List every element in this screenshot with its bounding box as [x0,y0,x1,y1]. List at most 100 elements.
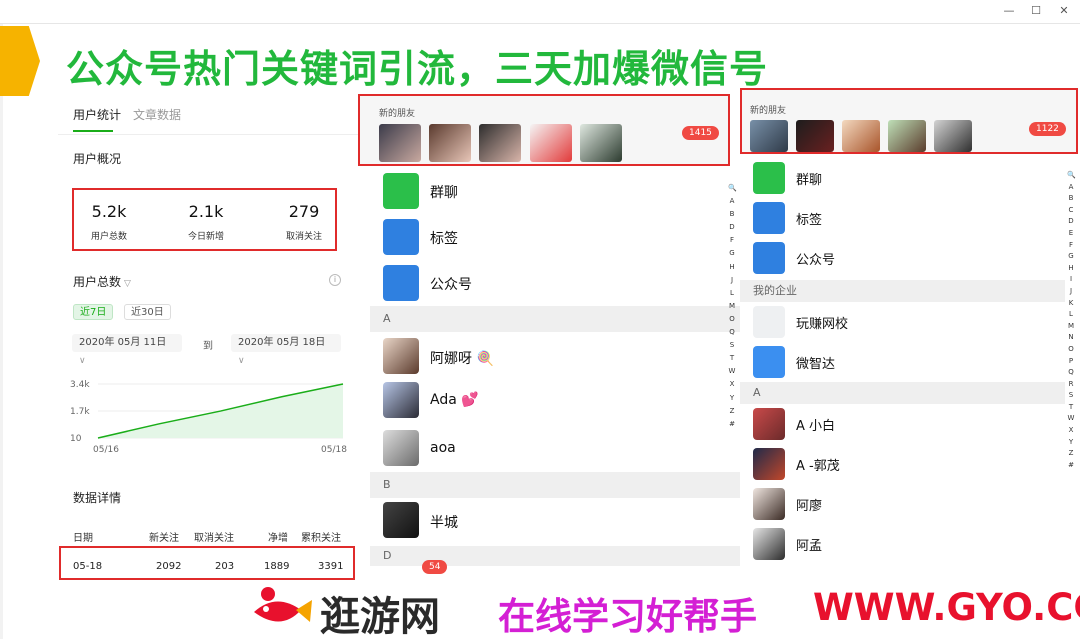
index-letter[interactable]: F [1067,240,1075,252]
tab-article-data[interactable]: 文章数据 [133,106,181,123]
index-letter[interactable]: F [728,234,736,247]
avatar[interactable] [379,124,421,162]
avatar[interactable] [888,120,926,152]
info-icon[interactable]: i [329,274,341,286]
list-item-tags[interactable]: 标签 [740,200,1065,236]
index-letter[interactable]: I [1067,274,1075,286]
index-letter[interactable]: T [1067,402,1075,414]
avatar [753,448,785,480]
index-letter[interactable]: 🔍 [728,182,737,195]
minimize-button[interactable]: — [997,3,1021,19]
new-friends-row[interactable]: 新的朋友 1122 [740,88,1078,154]
new-friends-count-badge: 1122 [1029,122,1066,136]
list-item[interactable]: A -郭茂 [740,446,1065,482]
index-letter[interactable]: H [728,261,736,274]
index-letter[interactable]: H [1067,263,1075,275]
tag-icon [383,219,419,255]
index-letter[interactable]: S [728,339,736,352]
index-letter[interactable]: A [728,195,736,208]
index-letter[interactable]: G [1067,251,1075,263]
index-letter[interactable]: 🔍 [1067,170,1076,182]
total-users-dropdown[interactable]: 用户总数 ▽ [73,273,131,290]
index-letter[interactable]: J [1067,286,1075,298]
index-letter[interactable]: W [1067,413,1075,425]
index-letter[interactable]: D [728,221,736,234]
index-letter[interactable]: B [1067,193,1075,205]
watermark-url: WWW.GYO.CC [813,586,1080,629]
index-letter[interactable]: J [728,274,736,287]
list-item-group-chat[interactable]: 群聊 [740,160,1065,196]
list-item-enterprise[interactable]: 玩赚网校 [740,304,1065,340]
index-letter[interactable]: Q [728,326,736,339]
avatar[interactable] [750,120,788,152]
contact-name: 阿孟 [796,539,823,554]
index-letter[interactable]: Z [1067,448,1075,460]
list-item[interactable]: aoa [370,428,738,468]
range-7-days-button[interactable]: 近7日 [73,304,114,320]
index-letter[interactable]: X [728,378,736,391]
alphabet-index-right[interactable]: 🔍 A B C D E F G H I J K L M N O P Q R S T W X Y Z # [1067,170,1076,472]
index-letter[interactable]: N [1067,332,1075,344]
index-letter[interactable]: W [728,365,736,378]
avatar[interactable] [580,124,622,162]
index-letter[interactable]: R [1067,379,1075,391]
index-letter[interactable]: P [1067,356,1075,368]
index-letter[interactable]: # [728,418,736,431]
list-item-group-chat[interactable]: 群聊 [370,170,738,212]
list-item[interactable]: 阿孟 [740,526,1065,562]
index-letter[interactable]: E [1067,228,1075,240]
list-item-official-accounts[interactable]: 公众号 [370,262,738,304]
date-from-select[interactable]: 2020年 05月 11日 ∨ [72,334,182,366]
index-letter[interactable]: M [1067,321,1075,333]
index-letter[interactable]: L [728,287,736,300]
index-letter[interactable]: M [728,300,736,313]
list-item-label: 标签 [796,213,823,228]
index-letter[interactable]: Z [728,405,736,418]
list-item[interactable]: 阿廖 [740,486,1065,522]
contact-name: 阿廖 [796,499,823,514]
avatar [383,430,419,466]
index-letter[interactable]: A [1067,182,1075,194]
alphabet-index-middle[interactable]: 🔍 A B D F G H J L M O Q S T W X Y Z # [728,182,737,431]
index-letter[interactable]: B [728,208,736,221]
range-30-days-button[interactable]: 近30日 [124,304,171,320]
chevron-down-icon: ∨ [238,356,245,366]
list-item-official-accounts[interactable]: 公众号 [740,240,1065,276]
avatar[interactable] [429,124,471,162]
index-letter[interactable]: S [1067,390,1075,402]
col-header-new: 新关注 [149,533,179,544]
index-letter[interactable]: K [1067,298,1075,310]
y-tick-label: 3.4k [70,380,90,390]
maximize-button[interactable]: ☐ [1024,3,1048,19]
avatar[interactable] [842,120,880,152]
index-letter[interactable]: C [1067,205,1075,217]
list-item[interactable]: A 小白 [740,406,1065,442]
index-letter[interactable]: Y [1067,437,1075,449]
avatar[interactable] [934,120,972,152]
index-letter[interactable]: O [1067,344,1075,356]
list-item[interactable]: 阿娜呀 🍭 [370,336,738,376]
index-letter[interactable]: Y [728,392,736,405]
index-letter[interactable]: G [728,247,736,260]
list-item[interactable]: Ada 💕 [370,380,738,420]
close-button[interactable]: ✕ [1052,3,1076,19]
contacts-panel-right: 新的朋友 1122 群聊 标签 公众号 我的企业 玩赚网校 微智达 A A 小白… [740,88,1080,598]
list-item-enterprise[interactable]: 微智达 [740,344,1065,380]
list-item-tags[interactable]: 标签 [370,216,738,258]
index-letter[interactable]: O [728,313,736,326]
index-letter[interactable]: X [1067,425,1075,437]
index-letter[interactable]: T [728,352,736,365]
new-friends-row[interactable]: 新的朋友 1415 [358,94,730,166]
list-item[interactable]: 半城 [370,500,738,540]
index-letter[interactable]: Q [1067,367,1075,379]
tab-user-stats[interactable]: 用户统计 [73,106,121,123]
stat-total-users: 5.2k 用户总数 [74,202,144,242]
index-letter[interactable]: L [1067,309,1075,321]
avatar[interactable] [479,124,521,162]
avatar[interactable] [530,124,572,162]
index-letter[interactable]: D [1067,216,1075,228]
index-letter[interactable]: # [1067,460,1075,472]
date-to-select[interactable]: 2020年 05月 18日 ∨ [231,334,341,366]
avatar [753,408,785,440]
avatar[interactable] [796,120,834,152]
